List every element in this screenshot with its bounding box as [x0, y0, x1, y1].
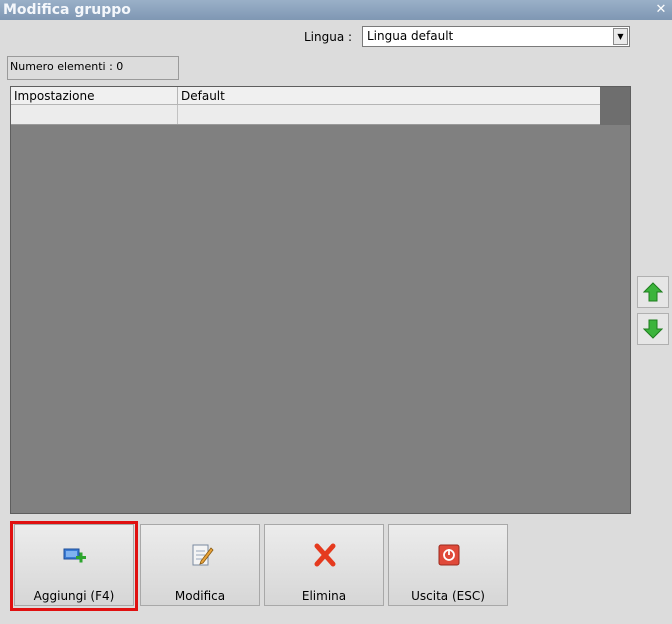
- element-count-text: Numero elementi : 0: [10, 60, 124, 73]
- language-label: Lingua :: [304, 30, 353, 44]
- column-header-impostazione[interactable]: Impostazione: [11, 87, 178, 105]
- table-cell[interactable]: [11, 105, 178, 124]
- window-title: Modifica gruppo: [3, 2, 131, 18]
- green-down-arrow-icon: [643, 319, 663, 339]
- delete-button[interactable]: Elimina: [264, 524, 384, 606]
- edit-button-label: Modifica: [174, 589, 226, 603]
- add-button[interactable]: Aggiungi (F4): [14, 524, 134, 606]
- table-row[interactable]: [11, 105, 600, 125]
- delete-button-label: Elimina: [301, 589, 347, 603]
- settings-grid[interactable]: Impostazione Default: [10, 86, 631, 514]
- exit-button-label: Uscita (ESC): [411, 589, 485, 603]
- red-x-icon: [314, 543, 336, 567]
- add-monitor-icon: [63, 548, 86, 563]
- exit-button[interactable]: Uscita (ESC): [388, 524, 508, 606]
- move-up-button[interactable]: [637, 276, 669, 308]
- element-count: Numero elementi : 0: [7, 56, 179, 80]
- add-button-label: Aggiungi (F4): [33, 589, 115, 603]
- close-icon[interactable]: ✕: [654, 0, 668, 20]
- power-exit-icon: [438, 544, 460, 566]
- grid-header-filler: [600, 87, 630, 125]
- language-select[interactable]: Lingua default ▼: [362, 26, 630, 47]
- move-down-button[interactable]: [637, 313, 669, 345]
- edit-document-icon: [192, 544, 214, 566]
- title-bar: Modifica gruppo ✕: [0, 0, 672, 20]
- green-up-arrow-icon: [643, 282, 663, 302]
- edit-button[interactable]: Modifica: [140, 524, 260, 606]
- column-header-default[interactable]: Default: [178, 87, 600, 105]
- grid-header: Impostazione Default: [11, 87, 600, 105]
- language-selected-value: Lingua default: [367, 29, 454, 43]
- chevron-down-icon[interactable]: ▼: [613, 28, 628, 45]
